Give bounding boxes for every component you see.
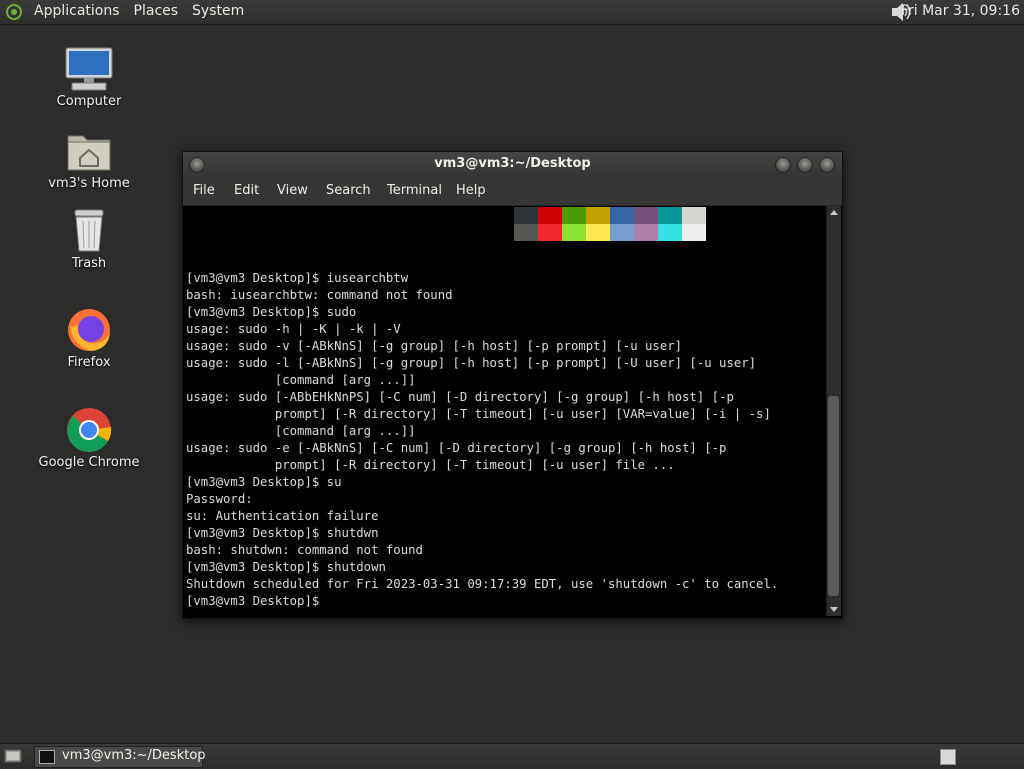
palette-swatch-bottom-3 (586, 224, 610, 241)
mate-logo-icon[interactable] (6, 4, 22, 20)
desktop-icon-chrome[interactable]: Google Chrome (29, 407, 149, 470)
window-titlebar[interactable]: vm3@vm3:~/Desktop (183, 152, 842, 177)
palette-swatch-bottom-7 (682, 224, 706, 241)
desktop-icon-trash[interactable]: Trash (29, 208, 149, 271)
firefox-icon (68, 309, 110, 351)
computer-icon (65, 47, 113, 91)
maximize-button[interactable] (797, 157, 813, 173)
terminal-menubar: File Edit View Search Terminal Help (183, 177, 842, 206)
scroll-up-icon[interactable] (830, 210, 838, 215)
desktop-icon-home[interactable]: vm3's Home (29, 128, 149, 191)
taskbar-window-label: vm3@vm3:~/Desktop (62, 748, 206, 763)
palette-swatch-bottom-1 (538, 224, 562, 241)
menu-help[interactable]: Help (456, 183, 486, 198)
palette-swatch-top-0 (514, 207, 538, 224)
terminal-scrollbar[interactable] (826, 206, 841, 616)
palette-swatch-top-5 (634, 207, 658, 224)
bottom-panel: vm3@vm3:~/Desktop (0, 743, 1024, 769)
desktop-icon-label: Firefox (67, 355, 111, 370)
palette-swatch-top-4 (610, 207, 634, 224)
chrome-icon (67, 408, 112, 452)
show-desktop-icon[interactable] (4, 748, 22, 764)
menu-terminal[interactable]: Terminal (387, 183, 442, 198)
terminal-window[interactable]: vm3@vm3:~/Desktop File Edit View Search … (182, 151, 843, 619)
clock[interactable]: Fri Mar 31, 09:16 (901, 3, 1020, 19)
menu-file[interactable]: File (193, 183, 215, 198)
places-menu[interactable]: Places (134, 3, 179, 19)
window-title: vm3@vm3:~/Desktop (434, 156, 591, 171)
scrollbar-thumb[interactable] (828, 396, 839, 596)
trash-icon (74, 209, 104, 252)
terminal-text: [vm3@vm3 Desktop]$ iusearchbtw bash: ius… (186, 271, 779, 608)
home-folder-icon (67, 135, 111, 171)
desktop-icon-firefox[interactable]: Firefox (29, 307, 149, 370)
desktop-icon-label: Trash (71, 256, 107, 271)
palette-swatch-bottom-5 (634, 224, 658, 241)
minimize-button[interactable] (775, 157, 791, 173)
close-button[interactable] (819, 157, 835, 173)
menu-search[interactable]: Search (326, 183, 371, 198)
menu-view[interactable]: View (277, 183, 308, 198)
palette-swatch-top-3 (586, 207, 610, 224)
palette-swatch-top-2 (562, 207, 586, 224)
palette-swatch-top-1 (538, 207, 562, 224)
palette-swatch-bottom-0 (514, 224, 538, 241)
applications-menu[interactable]: Applications (34, 3, 120, 19)
top-panel: Applications Places System Fri Mar 31, 0… (0, 0, 1024, 25)
color-palette (514, 207, 706, 241)
terminal-icon (39, 750, 55, 764)
palette-swatch-top-6 (658, 207, 682, 224)
desktop-icon-computer[interactable]: Computer (29, 46, 149, 109)
taskbar-window-button[interactable]: vm3@vm3:~/Desktop (34, 746, 206, 768)
system-menu[interactable]: System (192, 3, 244, 19)
terminal-output[interactable]: [vm3@vm3 Desktop]$ iusearchbtw bash: ius… (183, 206, 824, 616)
desktop-icon-label: vm3's Home (48, 176, 130, 191)
desktop-icon-label: Computer (56, 94, 122, 109)
desktop-icon-label: Google Chrome (38, 455, 140, 470)
workspace-switcher[interactable] (940, 749, 956, 765)
menu-edit[interactable]: Edit (234, 183, 259, 198)
palette-swatch-top-7 (682, 207, 706, 224)
scroll-down-icon[interactable] (830, 607, 838, 612)
palette-swatch-bottom-4 (610, 224, 634, 241)
palette-swatch-bottom-6 (658, 224, 682, 241)
palette-swatch-bottom-2 (562, 224, 586, 241)
